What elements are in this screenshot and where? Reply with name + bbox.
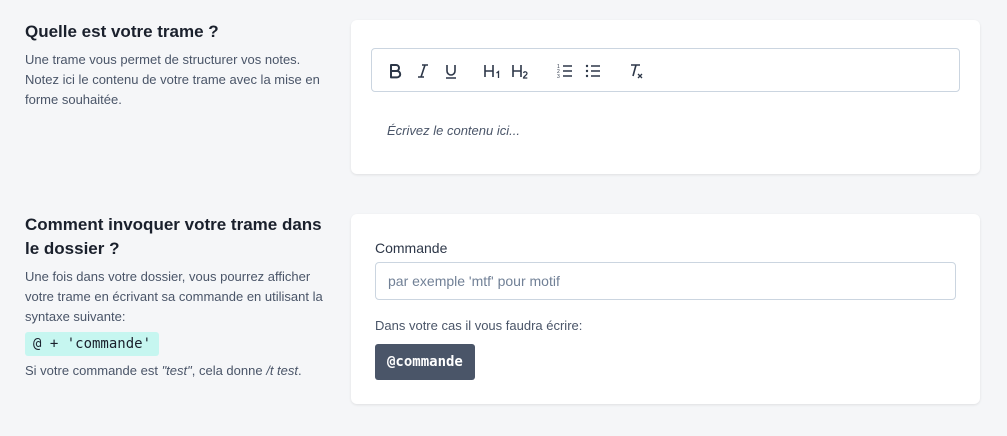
command-example-line: Si votre commande est "test", cela donne… — [25, 361, 330, 381]
bullet-list-button[interactable] — [584, 61, 602, 81]
svg-text:3: 3 — [557, 74, 560, 79]
command-input[interactable] — [375, 262, 956, 300]
underline-icon — [446, 64, 456, 79]
heading-2-button[interactable] — [511, 61, 530, 81]
clear-format-button[interactable] — [627, 61, 645, 81]
bold-button[interactable] — [386, 61, 404, 81]
heading-2-icon — [512, 65, 528, 79]
heading-1-icon — [484, 65, 500, 78]
template-section-description: Une trame vous permet de structurer vos … — [25, 52, 320, 107]
example-result: /t test — [266, 363, 298, 378]
command-section-description: Une fois dans votre dossier, vous pourre… — [25, 269, 323, 324]
example-middle: , cela donne — [191, 363, 267, 378]
editor-content-area[interactable]: Écrivez le contenu ici... — [387, 123, 520, 138]
template-section-title: Quelle est votre trame ? — [25, 22, 219, 41]
command-section-intro: Comment invoquer votre trame dans le dos… — [25, 213, 330, 381]
underline-button[interactable] — [442, 61, 460, 81]
bullet-list-icon — [585, 64, 600, 78]
bold-icon — [390, 64, 402, 79]
command-field-label: Commande — [375, 240, 448, 256]
syntax-example: @ + 'commande' — [25, 332, 160, 356]
command-result-badge: @commande — [375, 344, 475, 380]
example-suffix: . — [298, 363, 302, 378]
example-prefix: Si votre commande est — [25, 363, 162, 378]
template-editor-card: 1 2 3 Écrivez le contenu ici... — [351, 20, 980, 174]
command-card: Commande Dans votre cas il vous faudra é… — [351, 214, 980, 404]
clear-format-icon — [631, 63, 643, 78]
italic-button[interactable] — [414, 61, 432, 81]
command-hint: Dans votre cas il vous faudra écrire: — [375, 318, 583, 333]
ordered-list-button[interactable]: 1 2 3 — [556, 61, 574, 81]
example-value: "test" — [161, 363, 192, 378]
command-section-title: Comment invoquer votre trame dans le dos… — [25, 215, 322, 258]
ordered-list-icon: 1 2 3 — [557, 64, 572, 79]
template-section-intro: Quelle est votre trame ? Une trame vous … — [25, 20, 330, 110]
heading-1-button[interactable] — [483, 61, 502, 81]
italic-icon — [418, 64, 428, 78]
editor-toolbar: 1 2 3 — [371, 48, 960, 92]
